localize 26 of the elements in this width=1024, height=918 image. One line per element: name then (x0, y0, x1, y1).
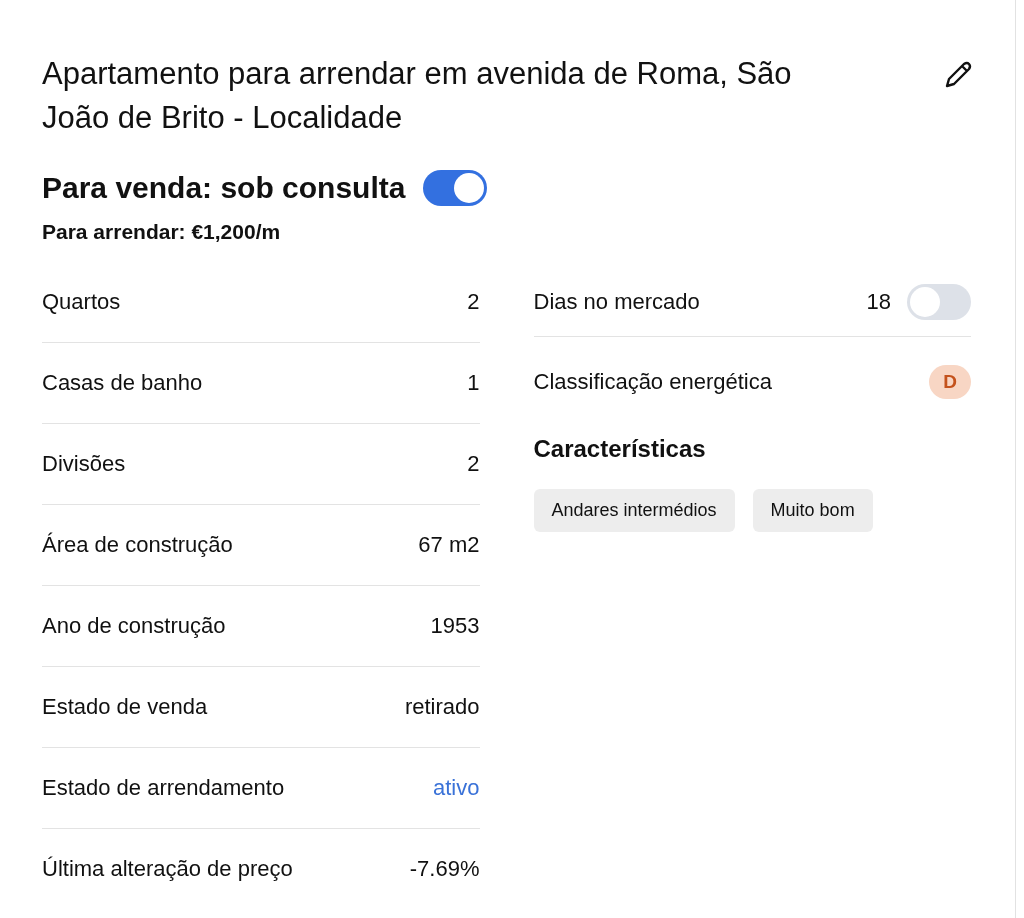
detail-value: 1 (467, 370, 480, 396)
detail-label: Área de construção (42, 532, 233, 558)
detail-value: 2 (467, 289, 480, 315)
detail-label: Última alteração de preço (42, 856, 293, 882)
detail-value: 1953 (430, 613, 480, 639)
status-link[interactable]: ativo (433, 775, 480, 801)
rent-price: Para arrendar: €1,200/m (42, 220, 282, 244)
detail-value: 18 (866, 289, 891, 315)
detail-label: Estado de venda (42, 694, 208, 720)
detail-label: Ano de construção (42, 613, 226, 639)
listing-title: Apartamento para arrendar em avenida de Roma, São João de Brito - Localidade (42, 55, 793, 137)
sale-price: Para venda: sob consulta (42, 171, 406, 205)
energy-badge: D (929, 365, 971, 399)
detail-value: retirado (404, 694, 480, 720)
feature-tag: Andares intermédios (533, 489, 735, 532)
detail-label: Casas de banho (42, 370, 203, 396)
detail-label: Divisões (42, 451, 126, 477)
detail-label: Estado de arrendamento (42, 775, 285, 801)
detail-value: 67 m2 (418, 532, 480, 558)
detail-value: 2 (467, 451, 480, 477)
detail-value: -7.69% (409, 856, 480, 882)
features-heading: Características (533, 435, 707, 463)
detail-label: Dias no mercado (533, 289, 701, 315)
feature-tag: Muito bom (752, 489, 873, 532)
detail-label: Quartos (42, 289, 121, 315)
detail-label: Classificação energética (533, 369, 773, 395)
